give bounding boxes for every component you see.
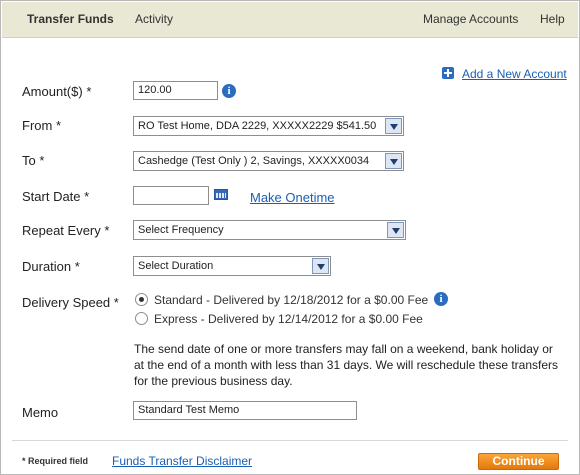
nav-help[interactable]: Help: [540, 12, 565, 26]
chevron-down-icon[interactable]: [385, 118, 402, 134]
repeat-frequency-value: Select Frequency: [138, 224, 224, 236]
repeat-every-label: Repeat Every *: [22, 223, 110, 238]
standard-delivery-label: Standard - Delivered by 12/18/2012 for a…: [154, 293, 429, 307]
calendar-icon[interactable]: [214, 189, 228, 200]
make-onetime-link[interactable]: Make Onetime: [250, 190, 335, 205]
nav-activity[interactable]: Activity: [135, 12, 173, 26]
chevron-down-icon[interactable]: [385, 153, 402, 169]
duration-label: Duration *: [22, 259, 80, 274]
from-label: From *: [22, 118, 62, 133]
info-icon[interactable]: i: [434, 292, 448, 306]
nav-manage-accounts[interactable]: Manage Accounts: [423, 12, 518, 26]
start-date-input[interactable]: [133, 186, 209, 205]
chevron-down-icon[interactable]: [387, 222, 404, 238]
chevron-down-icon[interactable]: [312, 258, 329, 274]
top-navigation: Transfer Funds Activity Manage Accounts …: [2, 2, 578, 38]
plus-icon[interactable]: [442, 67, 454, 79]
express-delivery-radio[interactable]: [135, 312, 148, 325]
amount-input[interactable]: 120.00: [133, 81, 218, 100]
reschedule-note: The send date of one or more transfers m…: [134, 342, 559, 388]
from-account-value: RO Test Home, DDA 2229, XXXXX2229 $541.5…: [138, 120, 377, 132]
required-field-note: * Required field: [22, 456, 89, 466]
amount-label: Amount($) *: [22, 84, 92, 99]
to-account-value: Cashedge (Test Only ) 2, Savings, XXXXX0…: [138, 155, 370, 167]
from-account-select[interactable]: RO Test Home, DDA 2229, XXXXX2229 $541.5…: [133, 116, 404, 136]
footer-divider: [12, 440, 568, 441]
add-new-account-link[interactable]: Add a New Account: [462, 67, 567, 81]
standard-delivery-radio[interactable]: [135, 293, 148, 306]
nav-transfer-funds[interactable]: Transfer Funds: [27, 12, 114, 26]
funds-transfer-disclaimer-link[interactable]: Funds Transfer Disclaimer: [112, 454, 252, 468]
to-account-select[interactable]: Cashedge (Test Only ) 2, Savings, XXXXX0…: [133, 151, 404, 171]
delivery-speed-label: Delivery Speed *: [22, 295, 119, 310]
duration-value: Select Duration: [138, 260, 214, 272]
memo-label: Memo: [22, 405, 59, 420]
express-delivery-label: Express - Delivered by 12/14/2012 for a …: [154, 312, 423, 326]
memo-input[interactable]: Standard Test Memo: [133, 401, 357, 420]
transfer-funds-panel: Transfer Funds Activity Manage Accounts …: [0, 0, 580, 475]
start-date-label: Start Date *: [22, 189, 90, 204]
duration-select[interactable]: Select Duration: [133, 256, 331, 276]
repeat-frequency-select[interactable]: Select Frequency: [133, 220, 406, 240]
info-icon[interactable]: i: [222, 84, 236, 98]
to-label: To *: [22, 153, 45, 168]
continue-button[interactable]: Continue: [478, 453, 559, 470]
